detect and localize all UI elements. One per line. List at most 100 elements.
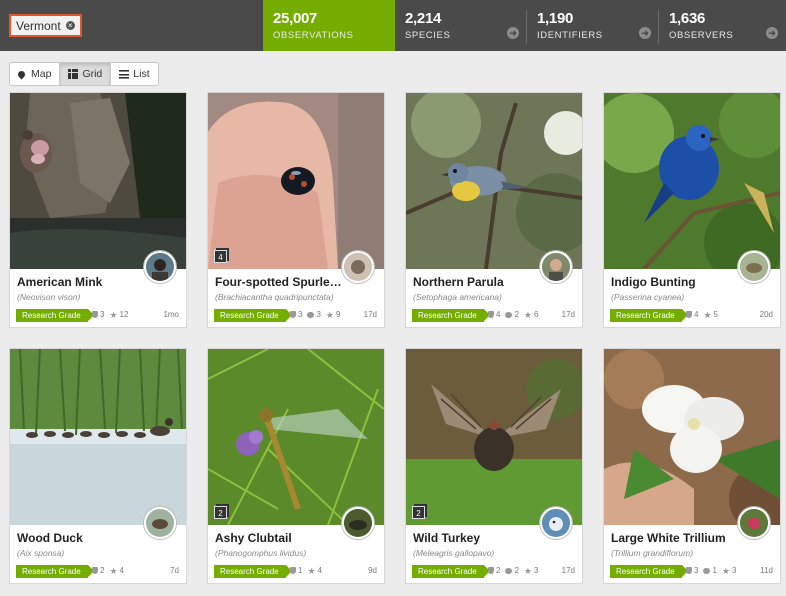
observation-meta: 1 ★ 4 [290,566,322,575]
star-icon: ★ [721,565,730,576]
fave-count: 9 [335,310,341,319]
list-view-label: List [133,68,150,80]
observation-card[interactable]: Northern Parula (Setophaga americana) Re… [405,92,583,328]
star-icon: ★ [307,565,316,576]
observation-photo[interactable] [208,93,384,269]
stats-header: Vermont × 25,007 OBSERVATIONS 2,214 SPEC… [0,0,786,51]
observation-meta: 4 ★ 5 [686,310,718,319]
stat-label: OBSERVATIONS [273,30,354,41]
observation-card[interactable]: American Mink (Neovison vison) Research … [9,92,187,328]
remove-place-icon[interactable]: × [65,21,75,30]
arrow-right-icon[interactable]: ➜ [766,27,778,39]
grid-view-button[interactable]: Grid [60,63,112,85]
scientific-name: (Aix sponsa) [17,548,65,558]
stat-identifiers[interactable]: 1,190 IDENTIFIERS ➜ [527,0,659,51]
place-filter-chip[interactable]: Vermont × [9,14,82,37]
star-icon: ★ [109,565,118,576]
star-icon: ★ [703,309,712,320]
quality-grade-badge: Research Grade [412,565,490,578]
id-count: 2 [100,566,105,575]
identification-icon [488,311,494,318]
identification-icon [686,311,692,318]
list-icon [119,69,130,79]
map-marker-icon [16,69,27,79]
stat-observations[interactable]: 25,007 OBSERVATIONS [263,0,395,51]
observation-photo[interactable] [406,349,582,525]
grid-icon [68,69,79,79]
id-count: 2 [496,566,501,575]
star-icon: ★ [109,309,118,320]
fave-count: 6 [533,310,539,319]
star-icon: ★ [325,309,334,320]
view-toggle: Map Grid List [9,62,159,86]
id-count: 3 [100,310,105,319]
fave-count: 4 [119,566,124,575]
quality-grade-badge: Research Grade [214,309,292,322]
id-count: 4 [496,310,501,319]
common-name[interactable]: Four-spotted Spurleg La... [215,275,347,289]
fave-count: 12 [119,310,129,319]
id-count: 1 [298,566,303,575]
identification-icon [290,311,296,318]
quality-grade-badge: Research Grade [214,565,292,578]
common-name[interactable]: Wood Duck [17,531,149,545]
common-name[interactable]: Indigo Bunting [611,275,743,289]
observation-photo[interactable] [406,93,582,269]
common-name[interactable]: Northern Parula [413,275,545,289]
stat-observers[interactable]: 1,636 OBSERVERS ➜ [659,0,786,51]
arrow-right-icon[interactable]: ➜ [639,27,651,39]
observation-card[interactable]: Indigo Bunting (Passerina cyanea) Resear… [603,92,781,328]
stat-value: 1,190 [537,10,574,27]
observation-photo[interactable] [10,349,186,525]
observation-card[interactable]: Large White Trillium (Trillium grandiflo… [603,348,781,584]
stat-species[interactable]: 2,214 SPECIES ➜ [395,0,527,51]
observation-photo[interactable] [604,93,780,269]
stat-value: 1,636 [669,10,706,27]
fave-count: 3 [533,566,539,575]
common-name[interactable]: Large White Trillium [611,531,743,545]
identification-icon [92,567,98,574]
observation-photo[interactable] [208,349,384,525]
scientific-name: (Phanogomphus lividus) [215,548,307,558]
photo-count: 2 [214,506,227,519]
observation-photo[interactable] [10,93,186,269]
observation-card[interactable]: 2 Wild Turkey (Meleagris gallopavo) Rese… [405,348,583,584]
observation-meta: 3 1 ★ 3 [686,566,736,575]
observation-card[interactable]: 2 Ashy Clubtail (Phanogomphus lividus) R… [207,348,385,584]
photo-count: 2 [412,506,425,519]
fave-count: 3 [731,566,737,575]
observation-meta: 2 2 ★ 3 [488,566,538,575]
quality-grade-badge: Research Grade [16,309,94,322]
comment-icon [307,311,315,318]
time-ago: 17d [561,310,575,319]
observation-card[interactable]: Wood Duck (Aix sponsa) Research Grade 2 … [9,348,187,584]
stat-label: OBSERVERS [669,30,734,41]
scientific-name: (Trillium grandiflorum) [611,548,694,558]
arrow-right-icon[interactable]: ➜ [507,27,519,39]
id-count: 3 [694,566,699,575]
map-view-button[interactable]: Map [10,63,61,85]
observation-card[interactable]: 4 Four-spotted Spurleg La... (Brachiacan… [207,92,385,328]
common-name[interactable]: Ashy Clubtail [215,531,347,545]
comment-icon [505,311,513,318]
observation-photo[interactable] [604,349,780,525]
grid-view-label: Grid [82,68,103,80]
time-ago: 17d [363,310,377,319]
observation-meta: 3 ★ 12 [92,310,128,319]
quality-grade-badge: Research Grade [412,309,490,322]
list-view-button[interactable]: List [111,63,157,85]
scientific-name: (Setophaga americana) [413,292,502,302]
comment-count: 1 [712,566,717,575]
comment-count: 2 [514,310,519,319]
time-ago: 11d [760,566,773,575]
quality-grade-badge: Research Grade [610,309,688,322]
common-name[interactable]: Wild Turkey [413,531,545,545]
common-name[interactable]: American Mink [17,275,149,289]
comment-count: 3 [316,310,321,319]
stat-value: 25,007 [273,10,318,27]
comment-count: 2 [514,566,519,575]
comment-icon [505,567,513,574]
time-ago: 1mo [163,310,179,319]
star-icon: ★ [523,565,532,576]
observation-meta: 3 3 ★ 9 [290,310,340,319]
